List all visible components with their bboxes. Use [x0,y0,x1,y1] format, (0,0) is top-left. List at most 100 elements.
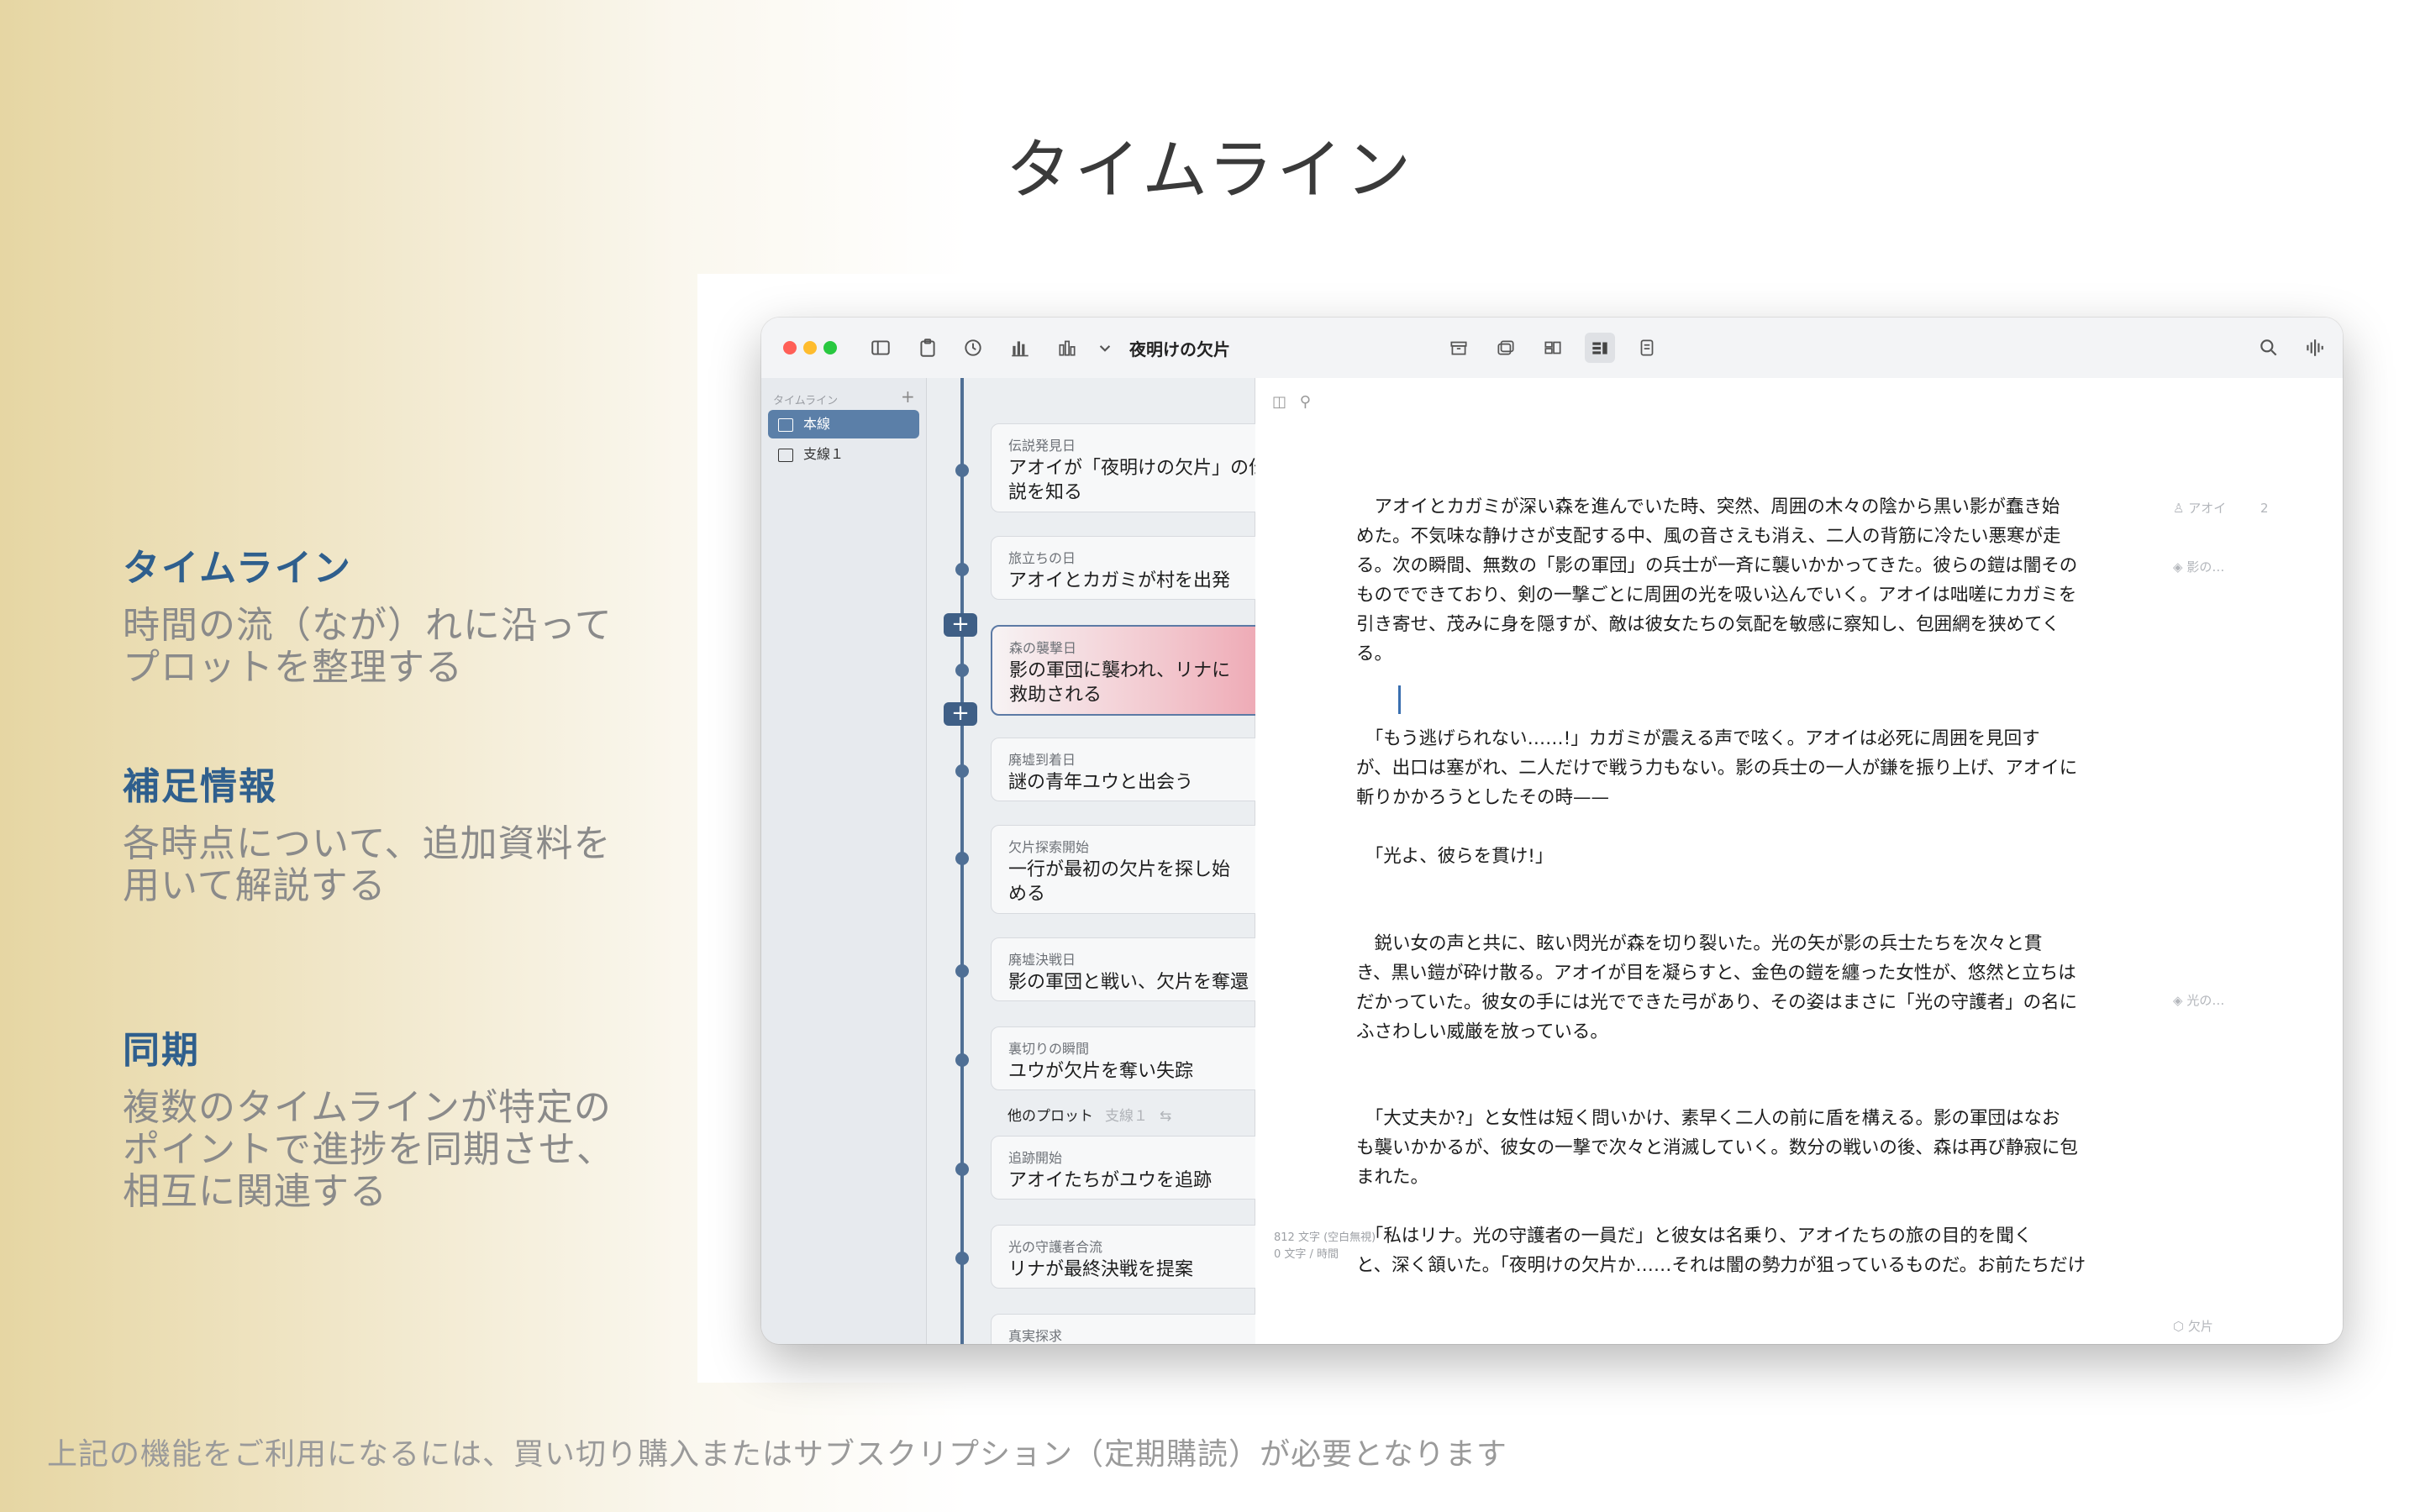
event-text: 謎の青年ユウと出会う [1008,772,1194,793]
timeline-dot[interactable] [955,563,969,576]
windows-icon[interactable] [1491,333,1521,363]
text-line: 斬りかかろうとしたその時—— [1356,787,1610,808]
timeline-dot[interactable] [955,852,969,865]
sidebar-icon[interactable] [865,333,896,363]
event-date: 旅立ちの日 [1008,550,1076,566]
event-text-line: める [1008,884,1046,905]
event-date: 欠片探索開始 [1008,839,1090,855]
characters-per-hour: 0 文字 / 時間 [1274,1248,1339,1261]
sidebar-header: タイムライン [773,395,839,407]
event-text: アオイたちがユウを追跡 [1008,1170,1213,1191]
margin-note-count: 2 [2260,501,2269,516]
clipboard-icon[interactable] [913,333,943,363]
other-plot-branch: 支線１ [1105,1108,1148,1125]
text-line: る。 [1356,643,1393,664]
footnote: 上記の機能をご利用になるには、買い切り購入またはサブスクリプション（定期購読）が… [47,1437,1507,1472]
text-line: 鋭い女の声と共に、眩い閃光が森を切り裂いた。光の矢が影の兵士たちを次々と貫 [1356,933,2043,954]
event-date: 伝説発見日 [1008,438,1076,454]
chevron-down-icon[interactable] [1094,333,1114,363]
document-title[interactable]: 夜明けの欠片 [1129,336,1230,360]
search-icon[interactable]: ⚲ [1300,393,1311,411]
text-line: 「光よ、彼らを貫け!」 [1356,846,1554,867]
person-icon: ♙ [2173,501,2185,516]
columns-chart-icon[interactable] [1052,333,1082,363]
timeline-dot[interactable] [955,1252,969,1265]
feature-description: 複数のタイムラインが特定の ポイントで進捗を同期させ、 相互に関連する [123,1087,660,1213]
layout-icon[interactable] [1538,333,1568,363]
paragraph: アオイとカガミが深い森を進んでいた時、突然、周囲の木々の陰から黒い影が蠢き始 め… [1356,492,2163,669]
text-line: 「私はリナ。光の守護者の一員だ」と彼女は名乗り、アオイたちの旅の目的を聞く [1356,1226,2033,1247]
text-line: まれた。 [1356,1167,1429,1188]
bar-chart-icon[interactable] [1005,333,1035,363]
event-text-line: 影の軍団に襲われ、リナに [1009,660,1231,681]
margin-note-label: 欠片 [2187,1319,2213,1334]
text-editor[interactable]: ◫ ⚲ アオイとカガミが深い森を進んでいた時、突然、周囲の木々の陰から黒い影が蠢… [1255,378,2343,1344]
archive-icon[interactable] [1444,333,1474,363]
margin-note-tag[interactable]: ◈ 影の… [2173,558,2224,575]
editor-tools: ◫ ⚲ [1272,393,1311,411]
minimize-window-button[interactable] [803,341,817,354]
feature-timeline: タイムライン 時間の流（なが）れに沿って プロットを整理する [123,538,660,689]
text-line: アオイとカガミが深い森を進んでいた時、突然、周囲の木々の陰から黒い影が蠢き始 [1356,496,2060,517]
text-line: だかっていた。彼女の手には光でできた弓があり、その姿はまさに「光の守護者」の名に [1356,992,2078,1013]
event-text-line: 救助される [1009,685,1102,706]
feature-description-line: 各時点について、追加資料を [123,822,612,865]
timeline-dot[interactable] [955,964,969,978]
split-view-icon[interactable] [1585,333,1615,363]
cube-icon: ⬡ [2173,1319,2185,1334]
text-line: が、出口は塞がれ、二人だけで戦う力もない。影の兵士の一人が鎌を振り上げ、アオイに [1356,758,2078,779]
event-date: 廃墟到着日 [1008,752,1076,768]
event-text: 影の軍団に襲われ、リナに 救助される [1009,659,1295,707]
feature-supplementary: 補足情報 各時点について、追加資料を 用いて解説する [123,756,660,907]
timeline-dot[interactable] [955,664,969,677]
timeline-dot[interactable] [955,464,969,477]
margin-note-tag[interactable]: ◈ 光の… [2173,991,2224,1009]
paragraph: 鋭い女の声と共に、眩い閃光が森を切り裂いた。光の矢が影の兵士たちを次々と貫 き、… [1356,929,2163,1047]
zoom-window-button[interactable] [823,341,837,354]
margin-note-label: 光の… [2186,993,2225,1008]
text-line: ものでできており、剣の一撃ごとに周囲の光を吸い込んでいく。アオイは咄嗟にカガミを [1356,585,2077,606]
car-icon[interactable]: ◫ [1272,393,1286,411]
close-window-button[interactable] [783,341,797,354]
sidebar-item-branch-1[interactable]: 支線１ [768,440,919,469]
event-date: 裏切りの瞬間 [1008,1041,1090,1057]
feature-description-line: プロットを整理する [123,646,463,689]
paragraph: 「光よ、彼らを貫け!」 [1356,842,2163,871]
paragraph: 「私はリナ。光の守護者の一員だ」と彼女は名乗り、アオイたちの旅の目的を聞く と、… [1356,1221,2163,1280]
sidebar-item-main-line[interactable]: 本線 [768,410,919,438]
event-text: アオイが「夜明けの欠片」の伝 説を知る [1008,456,1296,505]
timeline-icon [778,449,793,462]
timeline-sidebar: タイムライン + 本線 支線１ [761,378,927,1344]
feature-description-line: ポイントで進捗を同期させ、 [123,1128,614,1171]
feature-sync: 同期 複数のタイムラインが特定の ポイントで進捗を同期させ、 相互に関連する [123,1020,660,1213]
search-icon[interactable] [2254,333,2284,363]
document-icon[interactable] [1632,333,1662,363]
text-line: る。次の瞬間、無数の「影の軍団」の兵士が一斉に襲いかかってきた。彼らの鎧は闇その [1356,555,2078,576]
event-date: 光の守護者合流 [1008,1239,1103,1255]
other-plot-link[interactable]: 他のプロット 支線１ ⇆ [1007,1104,1171,1125]
timeline-dot[interactable] [955,764,969,778]
waveform-icon[interactable] [2299,333,2329,363]
tag-icon: ◈ [2173,559,2183,575]
add-timeline-button[interactable]: + [901,386,915,407]
event-date: 真実探求 [1008,1328,1063,1344]
add-event-button[interactable]: + [944,702,977,726]
event-text: ユウが欠片を奪い失踪 [1008,1061,1194,1082]
feature-description: 時間の流（なが）れに沿って プロットを整理する [123,605,660,689]
event-date: 追跡開始 [1008,1150,1063,1166]
margin-note-label: 影の… [2186,559,2225,575]
toolbar: 夜明けの欠片 [761,318,2343,379]
character-count: 812 文字 (空白無視) [1274,1231,1376,1244]
add-event-button[interactable]: + [944,613,977,637]
text-line: 引き寄せ、茂みに身を隠すが、敵は彼女たちの気配を敏感に察知し、包囲網を狭めてく [1356,614,2060,635]
event-text-line: 説を知る [1008,482,1083,503]
text-line: めた。不気味な静けさが支配する中、風の音さえも消え、二人の背筋に冷たい悪寒が走 [1356,526,2061,547]
clock-icon[interactable] [958,333,988,363]
sidebar-item-label: 支線１ [803,446,844,462]
margin-note-character[interactable]: ♙ アオイ 2 [2173,499,2269,517]
timeline-dot[interactable] [955,1163,969,1176]
timeline-dot[interactable] [955,1053,969,1067]
timeline-pane: 伝説発見日 アオイが「夜明けの欠片」の伝 説を知る 旅立ちの日 アオイとカガミが… [927,378,1313,1344]
margin-note-item[interactable]: ⬡ 欠片 [2173,1317,2213,1335]
tag-icon: ◈ [2173,993,2183,1008]
